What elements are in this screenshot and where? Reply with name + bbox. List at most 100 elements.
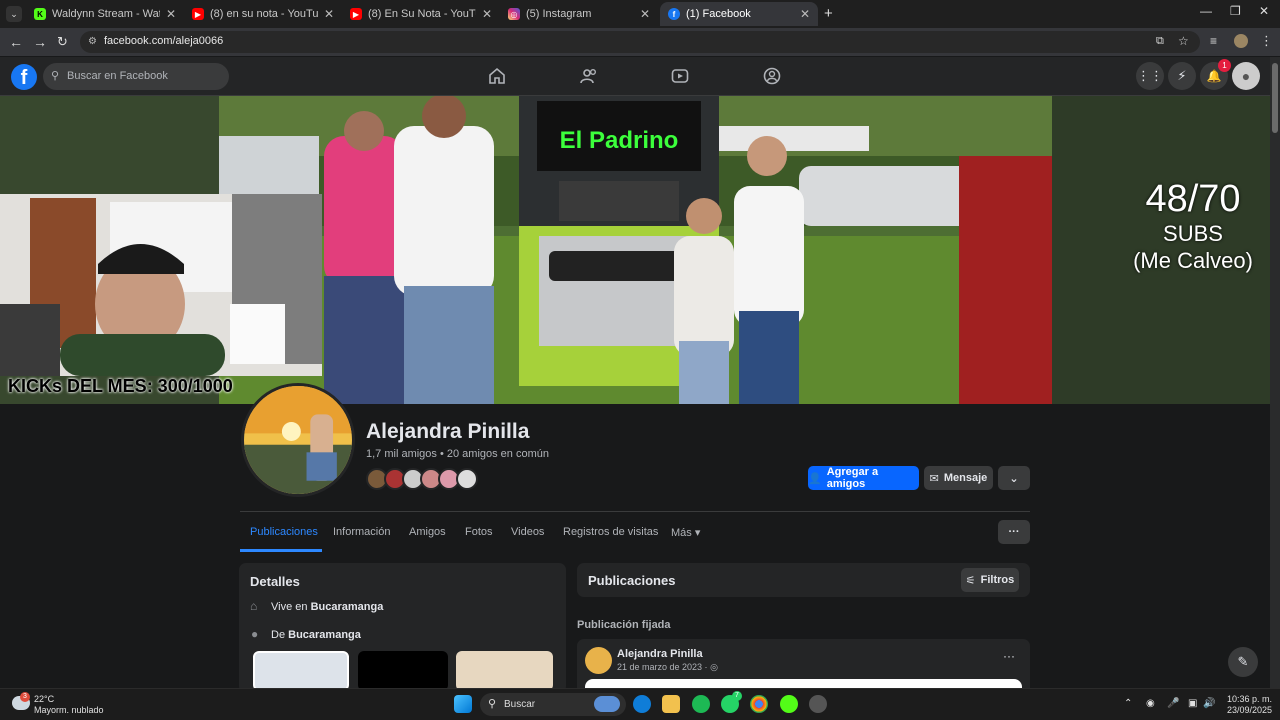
profile-picture-image [244,386,352,494]
browser-menu-icon[interactable]: ⋮ [1260,33,1273,49]
minimize-icon[interactable]: — [1200,4,1212,18]
video-icon[interactable] [670,66,690,86]
menu-grid-button[interactable]: ⋮⋮ [1136,62,1164,90]
pinned-post-card: Alejandra Pinilla 21 de marzo de 2023 · … [577,639,1030,688]
kick-app-icon[interactable] [780,695,798,713]
tab-title: (1) Facebook [686,8,751,20]
kicks-goal-overlay: KICKs DEL MES: 300/1000 [8,376,233,396]
microphone-icon[interactable]: 🎤 [1167,698,1179,709]
app-tray-icon[interactable]: ◉ [1146,698,1155,709]
profile-picture[interactable] [241,383,355,497]
chrome-icon[interactable] [750,695,768,713]
compose-message-button[interactable]: ✎ [1228,647,1258,677]
volume-icon[interactable]: 🔊 [1203,698,1215,709]
windows-start-icon[interactable] [454,695,472,713]
file-explorer-icon[interactable] [662,695,680,713]
browser-tab-facebook[interactable]: f (1) Facebook ✕ [660,2,818,26]
back-icon[interactable]: ← [9,34,23,50]
tab-fotos[interactable]: Fotos [465,526,493,538]
scrollbar-thumb[interactable] [1272,63,1278,133]
mutual-friend-avatar[interactable] [456,468,478,490]
browser-tab-youtube-1[interactable]: ▶ (8) en su nota - YouTube ✕ [184,2,342,26]
friends-count[interactable]: 1,7 mil amigos • 20 amigos en común [366,448,549,460]
new-tab-button[interactable]: + [824,5,833,22]
facebook-logo[interactable]: f [11,64,37,90]
taskbar-search[interactable]: ⚲ Buscar [480,693,626,716]
account-avatar[interactable]: ● [1232,62,1260,90]
cover-sign-text: El Padrino [560,127,679,154]
weather-desc[interactable]: Mayorm. nublado [34,705,104,715]
friends-icon[interactable] [579,66,599,86]
close-tab-icon[interactable]: ✕ [166,7,176,21]
lives-in-link[interactable]: Bucaramanga [311,601,384,613]
reading-list-icon[interactable]: ≡ [1210,34,1217,48]
user-icon: ● [1241,68,1251,84]
message-label: Mensaje [943,472,988,484]
cover-photo-image: El Padrino [219,96,1052,404]
address-bar[interactable]: ⚙ facebook.com/aleja0066 ⧉ ☆ [80,31,1200,53]
page-scrollbar[interactable] [1270,57,1280,688]
message-button[interactable]: ✉ Mensaje [924,466,993,490]
clock-time[interactable]: 10:36 p. m. [1227,694,1272,704]
facebook-search[interactable]: ⚲ Buscar en Facebook [43,63,229,90]
close-tab-icon[interactable]: ✕ [800,7,810,21]
from-link[interactable]: Bucaramanga [288,629,361,641]
browser-tab-instagram[interactable]: ◎ (5) Instagram ✕ [500,2,658,26]
filters-button[interactable]: ⚟ Filtros [961,568,1019,592]
tab-videos[interactable]: Videos [511,526,544,538]
filters-label: Filtros [980,574,1015,586]
search-icon: ⚲ [488,698,497,710]
instagram-icon: ◎ [508,8,520,20]
clock-date[interactable]: 23/09/2025 [1227,705,1272,715]
post-media[interactable] [585,679,1022,688]
edge-icon[interactable] [633,695,651,713]
details-title: Detalles [250,574,300,589]
show-hidden-icons-icon[interactable]: ⌃ [1124,698,1132,709]
more-actions-button[interactable]: ⌄ [998,466,1030,490]
tab-search-chevron-icon[interactable]: ⌄ [6,6,22,22]
add-friend-button[interactable]: 👤 Agregar a amigos [808,466,919,490]
restore-icon[interactable]: ❐ [1230,4,1241,18]
profile-name: Alejandra Pinilla [366,420,530,443]
browser-tab-kick[interactable]: K Waldynn Stream - Watch Live o ✕ [26,2,184,26]
tab-publicaciones[interactable]: Publicaciones [250,526,318,538]
tab-mas[interactable]: Más ▾ [671,526,700,539]
profile-page: El Padrino KICKs DEL MES: 300/1000 48/70… [0,96,1270,688]
close-tab-icon[interactable]: ✕ [324,7,334,21]
post-author-name[interactable]: Alejandra Pinilla [617,648,703,660]
reload-icon[interactable]: ↻ [57,34,68,50]
subs-label: SUBS [1163,221,1223,246]
browser-tab-youtube-2[interactable]: ▶ (8) En Su Nota - YouTube ✕ [342,2,500,26]
groups-icon[interactable] [762,66,782,86]
posts-title: Publicaciones [588,573,676,588]
post-author-avatar[interactable] [585,647,612,674]
bookmark-star-icon[interactable]: ☆ [1178,34,1189,48]
featured-photo[interactable] [456,651,553,688]
spotify-icon[interactable] [692,695,710,713]
close-tab-icon[interactable]: ✕ [640,7,650,21]
location-pin-icon: ● [251,627,259,641]
tab-informacion[interactable]: Información [333,526,390,538]
profile-avatar-icon[interactable] [1234,34,1248,48]
forward-icon[interactable]: → [33,34,47,50]
cover-photo[interactable]: El Padrino [219,96,1052,404]
network-icon[interactable]: ▣ [1188,698,1197,709]
post-options-icon[interactable]: ··· [1003,649,1015,663]
posts-header-card: Publicaciones ⚟ Filtros [577,563,1030,597]
youtube-icon: ▶ [350,8,362,20]
site-info-icon[interactable]: ⚙ [88,36,97,47]
close-window-icon[interactable]: ✕ [1259,4,1269,18]
close-tab-icon[interactable]: ✕ [482,7,492,21]
weather-temp[interactable]: 22°C [34,694,54,704]
post-date[interactable]: 21 de marzo de 2023 · ◎ [617,662,718,673]
messenger-button[interactable]: ⚡ [1168,62,1196,90]
featured-photo[interactable] [253,651,349,688]
install-app-icon[interactable]: ⧉ [1156,35,1164,48]
tab-registros-de-visitas[interactable]: Registros de visitas [563,526,658,538]
featured-photo[interactable] [358,651,448,688]
app-icon[interactable] [809,695,827,713]
profile-options-button[interactable]: ··· [998,520,1030,544]
home-icon[interactable] [487,66,507,86]
add-friend-icon: 👤 [808,472,822,485]
tab-amigos[interactable]: Amigos [409,526,446,538]
